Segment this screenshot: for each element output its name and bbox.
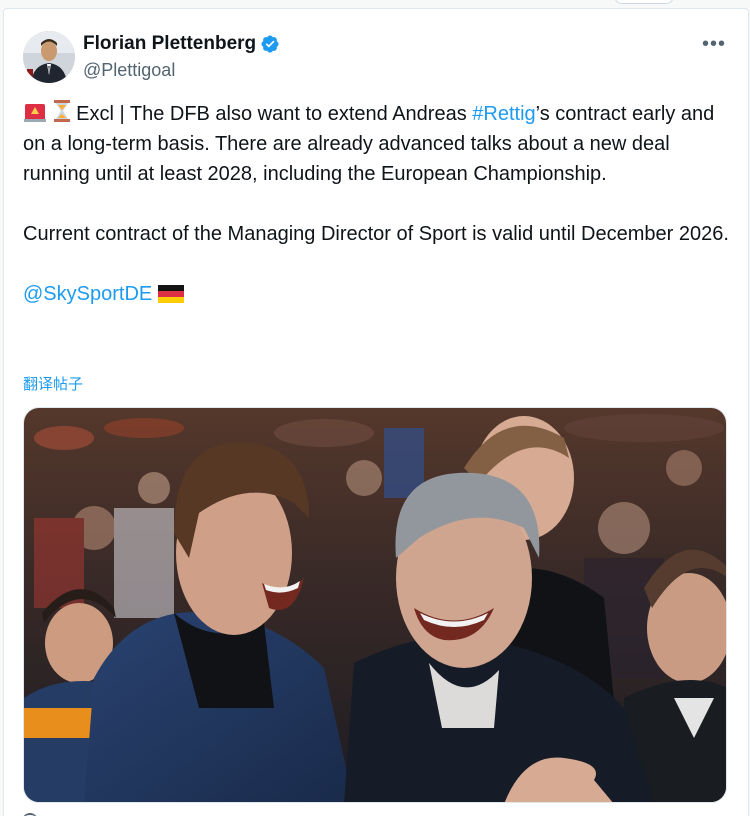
photo-image xyxy=(24,408,726,802)
mention-link[interactable]: @SkySportDE xyxy=(23,283,152,305)
author-name[interactable]: Florian Plettenberg xyxy=(83,33,256,55)
germany-flag-icon xyxy=(157,285,184,303)
avatar-image xyxy=(23,31,75,83)
tweet-card: Florian Plettenberg @Plettigoal ••• Excl… xyxy=(3,8,749,816)
rotating-light-icon xyxy=(24,104,46,122)
verified-badge-icon xyxy=(261,35,279,53)
top-card-fragment xyxy=(614,0,674,4)
author-name-row[interactable]: Florian Plettenberg xyxy=(83,33,280,55)
tweet-body: Excl | The DFB also want to extend Andre… xyxy=(23,99,735,309)
tweet-paragraph-1: Excl | The DFB also want to extend Andre… xyxy=(23,99,735,189)
hourglass-icon xyxy=(53,100,70,122)
avatar[interactable] xyxy=(23,31,75,83)
tweet-paragraph-2: Current contract of the Managing Directo… xyxy=(23,223,729,245)
more-options-icon[interactable]: ••• xyxy=(702,33,726,56)
hashtag-link[interactable]: #Rettig xyxy=(472,103,535,125)
translate-post-link[interactable]: 翻译帖子 xyxy=(23,373,83,394)
author-handle[interactable]: @Plettigoal xyxy=(83,60,175,81)
tweet-photo[interactable] xyxy=(23,407,727,803)
tweet-paragraph-3: @SkySportDE xyxy=(23,279,735,309)
tweet-text-prefix: Excl | The DFB also want to extend Andre… xyxy=(76,103,473,125)
